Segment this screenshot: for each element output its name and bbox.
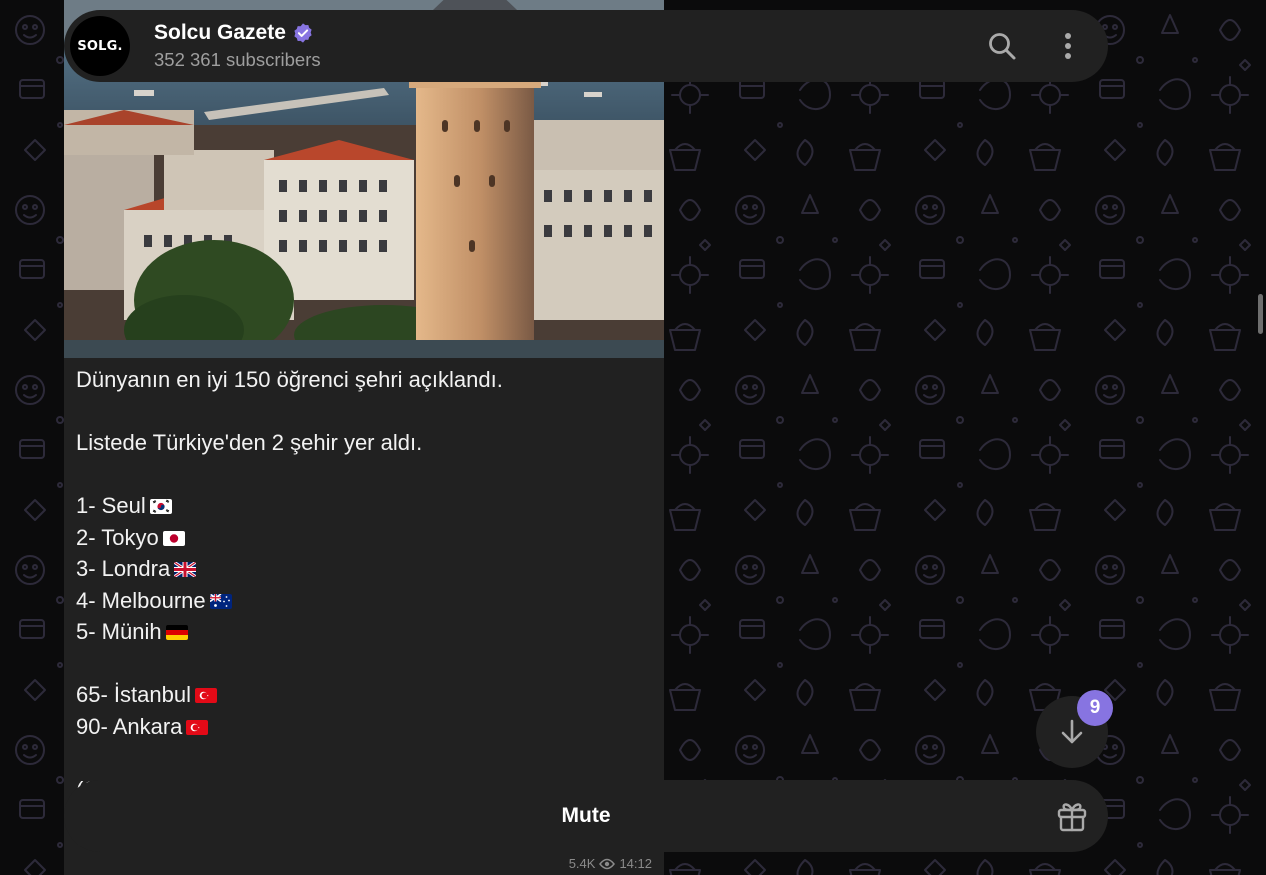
germany-flag-icon [165,625,188,640]
post-intro: Listede Türkiye'den 2 şehir yer aldı. [76,430,423,455]
post-headline: Dünyanın en iyi 150 öğrenci şehri açıkla… [76,367,503,392]
list-item: 5- Münih [76,616,652,648]
header-actions [980,24,1090,68]
list-item: 1- Seul [76,490,652,522]
chat-window: Dünyanın en iyi 150 öğrenci şehri açıkla… [0,0,1266,875]
gift-icon [1057,803,1087,832]
channel-post: Dünyanın en iyi 150 öğrenci şehri açıkla… [64,0,664,875]
arrow-down-icon [1061,719,1083,744]
list-item: 65- İstanbul [76,679,652,711]
post-meta: 5.4K 14:12 [569,856,652,871]
eye-icon [599,858,616,869]
japan-flag-icon [162,530,185,546]
search-button[interactable] [980,24,1024,68]
more-options-button[interactable] [1046,24,1090,68]
more-vert-icon [1065,33,1071,59]
unread-count-badge: 9 [1077,690,1113,726]
chat-header[interactable]: SOLG. Solcu Gazete 352 361 subscribers [64,10,1108,82]
post-time: 14:12 [619,856,652,871]
turkey-flag-icon [186,719,209,735]
post-text: Dünyanın en iyi 150 öğrenci şehri açıkla… [76,364,652,805]
list-item: 3- Londra [76,553,652,585]
channel-info[interactable]: Solcu Gazete 352 361 subscribers [154,20,321,72]
mute-button[interactable]: Mute [532,794,641,838]
scrollbar-thumb[interactable] [1258,294,1263,334]
bottom-bar: Mute [64,780,1108,852]
search-icon [989,33,1016,60]
channel-title: Solcu Gazete [154,21,286,44]
channel-avatar[interactable]: SOLG. [70,16,130,76]
channel-title-row: Solcu Gazete [154,20,321,46]
turkey-flag-icon [194,688,217,703]
australia-flag-icon [209,593,232,609]
subscriber-count: 352 361 subscribers [154,49,321,70]
list-item: 90- Ankara [76,711,652,743]
verified-icon [294,23,312,43]
view-count: 5.4K [568,856,596,871]
list-item: 4- Melbourne [76,585,652,617]
south-korea-flag-icon [149,499,172,514]
gift-button[interactable] [1050,794,1094,838]
list-item: 2- Tokyo [76,522,652,554]
uk-flag-icon [174,562,197,577]
